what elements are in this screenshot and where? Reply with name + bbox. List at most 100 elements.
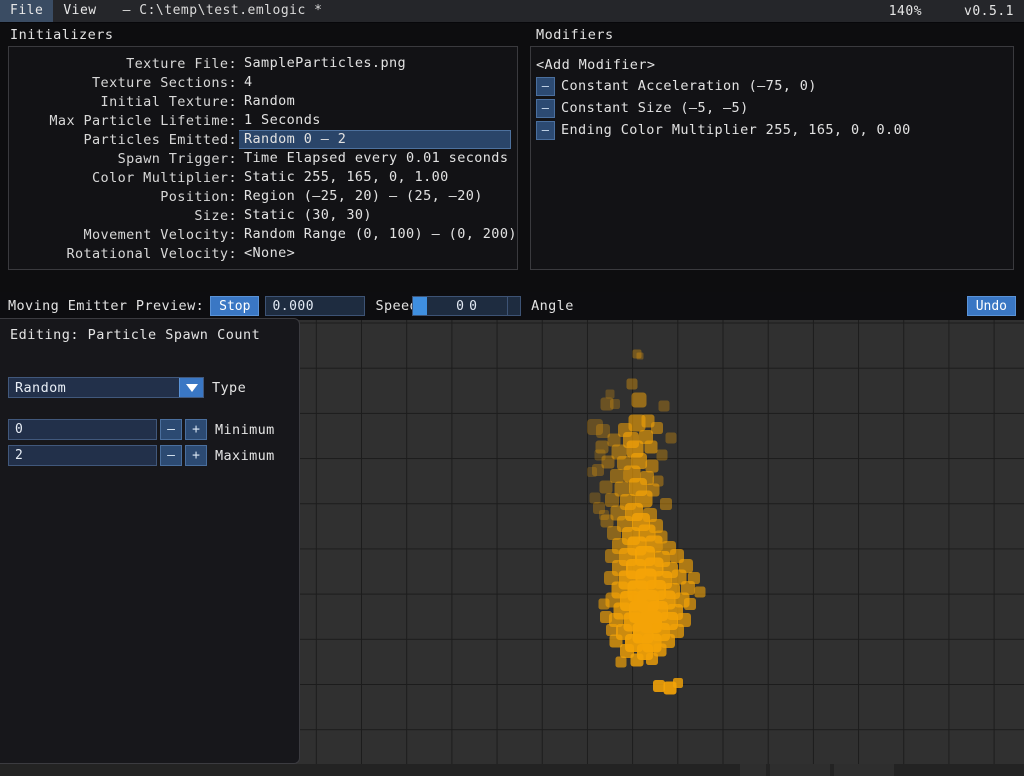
particle xyxy=(673,678,683,688)
bottom-strip-segment xyxy=(834,764,894,776)
modifier-row[interactable]: – Constant Acceleration (–75, 0) xyxy=(531,75,1013,97)
maximum-decrement-button[interactable]: – xyxy=(160,445,182,466)
initializer-value[interactable]: Random xyxy=(239,93,295,110)
modifier-label: Constant Size (–5, –5) xyxy=(561,100,749,116)
add-modifier-button[interactable]: <Add Modifier> xyxy=(531,54,1013,75)
initializer-key: Max Particle Lifetime: xyxy=(49,112,237,129)
initializer-row[interactable]: Initial Texture: Random xyxy=(9,92,517,111)
particle xyxy=(660,498,672,510)
maximum-label: Maximum xyxy=(215,447,275,464)
initializer-value[interactable]: Static 255, 165, 0, 1.00 xyxy=(239,169,449,186)
initializer-row[interactable]: Movement Velocity: Random Range (0, 100) … xyxy=(9,225,517,244)
initializer-row[interactable]: Rotational Velocity: <None> xyxy=(9,244,517,263)
minimum-label: Minimum xyxy=(215,421,275,438)
angle-label: Angle xyxy=(531,298,574,314)
particle xyxy=(688,572,700,584)
type-select-value: Random xyxy=(15,379,67,396)
particle xyxy=(605,389,615,399)
preview-toolbar: Moving Emitter Preview: Stop 0.000 Speed… xyxy=(0,292,1024,320)
undo-button[interactable]: Undo xyxy=(966,296,1016,316)
particle xyxy=(658,400,670,412)
preview-time-field[interactable]: 0.000 xyxy=(265,296,366,316)
angle-value: 0 xyxy=(456,298,464,314)
initializer-key: Color Multiplier: xyxy=(92,169,237,186)
app-window: File View – C:\temp\test.emlogic * 140% … xyxy=(0,0,1024,776)
remove-modifier-button[interactable]: – xyxy=(536,120,555,140)
particle xyxy=(684,598,696,610)
initializers-list: Texture File: SampleParticles.png Texture … xyxy=(9,47,517,263)
initializer-value[interactable]: Time Elapsed every 0.01 seconds xyxy=(239,150,508,167)
maximum-row: 2 – + Maximum xyxy=(8,445,275,466)
particle xyxy=(656,449,668,461)
editing-heading: Editing: Particle Spawn Count xyxy=(10,327,261,343)
initializer-value[interactable]: <None> xyxy=(239,245,295,262)
initializer-row[interactable]: Texture Sections: 4 xyxy=(9,73,517,92)
initializers-label: Initializers xyxy=(10,27,114,43)
menu-bar-right: 140% v0.5.1 xyxy=(889,0,1024,23)
minimum-input[interactable]: 0 xyxy=(8,419,157,440)
initializer-value[interactable]: 4 xyxy=(239,74,253,91)
initializer-key: Texture Sections: xyxy=(92,74,237,91)
menu-view[interactable]: View xyxy=(53,0,106,22)
modifiers-label: Modifiers xyxy=(536,27,614,43)
particle xyxy=(606,624,618,636)
initializer-value[interactable]: 1 Seconds xyxy=(239,112,321,129)
chevron-down-glyph xyxy=(185,383,198,392)
initializer-value[interactable]: Random 0 – 2 xyxy=(239,130,511,149)
type-label: Type xyxy=(212,379,247,396)
stop-button[interactable]: Stop xyxy=(210,296,260,316)
initializer-row[interactable]: Position: Region (–25, 20) – (25, –20) xyxy=(9,187,517,206)
particle xyxy=(652,475,664,487)
initializer-row[interactable]: Size: Static (30, 30) xyxy=(9,206,517,225)
initializer-value[interactable]: SampleParticles.png xyxy=(239,55,406,72)
menu-file[interactable]: File xyxy=(0,0,54,22)
moving-emitter-preview-label: Moving Emitter Preview: xyxy=(8,298,205,314)
particle xyxy=(587,467,597,477)
chevron-down-icon[interactable] xyxy=(179,378,203,397)
initializer-key: Rotational Velocity: xyxy=(66,245,237,262)
particle xyxy=(665,432,677,444)
modifier-label: Ending Color Multiplier 255, 165, 0, 0.0… xyxy=(561,122,911,138)
initializer-row[interactable]: Spawn Trigger: Time Elapsed every 0.01 se… xyxy=(9,149,517,168)
remove-modifier-button[interactable]: – xyxy=(536,98,555,118)
initializer-value[interactable]: Random Range (0, 100) – (0, 200) xyxy=(239,226,517,243)
initializer-row[interactable]: Color Multiplier: Static 255, 165, 0, 1.0… xyxy=(9,168,517,187)
bottom-strip-segment xyxy=(740,764,766,776)
initializer-value[interactable]: Region (–25, 20) – (25, –20) xyxy=(239,188,483,205)
window-title: – C:\temp\test.emlogic * xyxy=(122,3,323,18)
modifier-row[interactable]: – Constant Size (–5, –5) xyxy=(531,97,1013,119)
particle xyxy=(598,598,610,610)
bottom-strip-segment xyxy=(770,764,830,776)
initializers-panel: Texture File: SampleParticles.png Texture … xyxy=(8,46,518,270)
initializer-row[interactable]: Particles Emitted: Random 0 – 2 xyxy=(9,130,517,149)
particle xyxy=(610,399,620,409)
particle xyxy=(599,510,609,520)
maximum-input[interactable]: 2 xyxy=(8,445,157,466)
minimum-row: 0 – + Minimum xyxy=(8,419,275,440)
minimum-decrement-button[interactable]: – xyxy=(160,419,182,440)
particle xyxy=(636,352,644,360)
modifiers-list: <Add Modifier> – Constant Acceleration (–… xyxy=(531,47,1013,141)
particle xyxy=(594,449,606,461)
initializer-row[interactable]: Max Particle Lifetime: 1 Seconds xyxy=(9,111,517,130)
minimum-increment-button[interactable]: + xyxy=(185,419,207,440)
modifier-row[interactable]: – Ending Color Multiplier 255, 165, 0, 0.… xyxy=(531,119,1013,141)
particle xyxy=(589,492,601,504)
initializer-value[interactable]: Static (30, 30) xyxy=(239,207,372,224)
maximum-increment-button[interactable]: + xyxy=(185,445,207,466)
remove-modifier-button[interactable]: – xyxy=(536,76,555,96)
particle xyxy=(599,480,613,494)
initializer-key: Particles Emitted: xyxy=(83,131,237,148)
initializer-key: Spawn Trigger: xyxy=(117,150,237,167)
angle-slider[interactable]: 0 xyxy=(412,296,508,316)
initializer-key: Size: xyxy=(194,207,237,224)
type-row: Random Type xyxy=(8,377,246,398)
angle-slider-knob[interactable] xyxy=(413,297,427,315)
app-version: v0.5.1 xyxy=(964,4,1014,19)
initializer-key: Position: xyxy=(160,188,237,205)
particle xyxy=(630,653,644,667)
type-select[interactable]: Random xyxy=(8,377,204,398)
particle xyxy=(646,653,658,665)
modifier-label: Constant Acceleration (–75, 0) xyxy=(561,78,817,94)
initializer-row[interactable]: Texture File: SampleParticles.png xyxy=(9,54,517,73)
